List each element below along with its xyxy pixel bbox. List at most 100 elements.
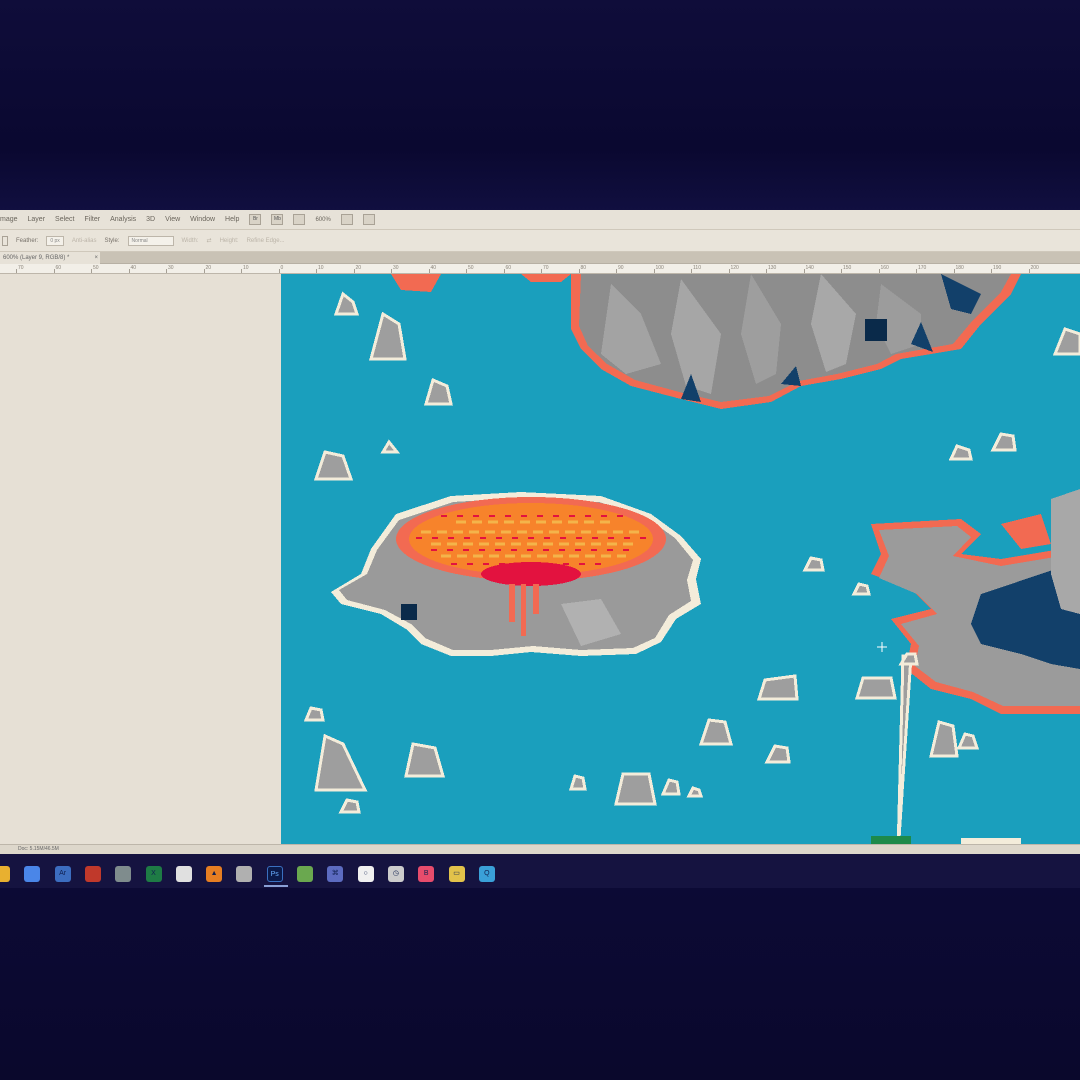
filezilla-icon[interactable] [84,866,101,882]
document-tab[interactable]: 600% (Layer 9, RGB/8) * × [0,252,100,264]
close-icon[interactable]: × [94,252,98,264]
ruler-tick-label: 160 [880,265,889,271]
arrange-documents-button[interactable] [340,214,353,225]
ruler-tick-label: 60 [55,265,62,271]
feather-label: Feather: [16,237,39,244]
height-label: Height: [219,237,239,244]
app-icon[interactable]: B [418,866,435,882]
ruler-tick-mark [316,269,317,273]
marquee-tool-icon[interactable] [2,235,8,246]
ruler-tick-mark [541,269,542,273]
ruler-tick-label: 90 [618,265,624,271]
acrobat-icon[interactable]: Ar [54,866,71,882]
ruler-tick-mark [503,269,505,273]
menu-view[interactable]: View [165,216,180,223]
style-select[interactable]: Normal [127,235,174,246]
ruler-tick-label: 180 [955,265,964,271]
qt-icon[interactable]: Q [478,866,495,882]
anti-alias-checkbox[interactable]: Anti-alias [72,238,97,244]
mini-bridge-button[interactable]: Mb [271,214,284,225]
options-bar: Feather: 0 px Anti-alias Style: Normal W… [0,230,1080,252]
visual-studio-icon[interactable]: ⌘ [327,866,344,882]
ruler-tick-mark [128,269,130,273]
ruler-tick-mark [953,269,955,273]
ruler-tick-mark [616,269,617,273]
ruler-tick-label: 10 [318,265,324,271]
app-icon[interactable] [0,866,10,882]
document-canvas[interactable] [281,274,1080,844]
ruler-tick-label: 40 [430,265,437,271]
ruler-tick-mark [278,269,280,273]
ruler-tick-label: 50 [93,265,99,271]
ruler-tick-mark [578,269,580,273]
document-tab-bar: 600% (Layer 9, RGB/8) * × [0,252,1080,264]
width-label: Width: [181,237,199,244]
ruler-tick-mark [766,269,767,273]
monitor-bezel-bottom [0,888,1080,1080]
obs-icon[interactable]: ○ [357,866,374,882]
ruler-tick-mark [91,269,92,273]
menu-window[interactable]: Window [190,216,215,223]
ruler-tick-mark [241,269,242,273]
menu-help[interactable]: Help [225,216,239,223]
swap-icon: ⇄ [206,238,212,244]
style-label: Style: [104,237,120,244]
document-tab-title: 600% (Layer 9, RGB/8) * [3,255,70,261]
ruler-tick-label: 200 [1030,265,1039,271]
zoom-level[interactable]: 600% [315,217,330,223]
ruler-tick-label: 170 [918,265,927,271]
menu-image[interactable]: mage [0,216,18,223]
menu-layer[interactable]: Layer [28,216,46,223]
notepad-icon[interactable] [297,866,313,882]
ruler-tick-label: 30 [168,265,174,271]
photoshop-icon[interactable]: Ps [263,866,288,887]
menu-analysis[interactable]: Analysis [110,216,136,223]
ruler-tick-mark [166,269,167,273]
ruler-tick-mark [916,269,917,273]
menu-3d[interactable]: 3D [146,216,155,223]
folder-icon[interactable]: ▭ [448,866,465,882]
ruler-tick-label: 120 [730,265,739,271]
ruler-tick-label: 30 [393,265,399,271]
ruler-tick-mark [1028,269,1030,273]
screen-mode-button[interactable] [362,214,375,225]
document-size-status: Doc: 5.15M/46.5M [18,846,59,852]
extras-button[interactable] [293,214,306,225]
ruler-tick-mark [653,269,655,273]
ruler-tick-mark [991,269,992,273]
ruler-tick-label: 80 [580,265,587,271]
ruler-tick-label: 100 [655,265,664,271]
ruler-tick-mark [53,269,55,273]
vlc-icon[interactable]: ▲ [206,866,223,882]
ruler-tick-mark [466,269,467,273]
feather-input[interactable]: 0 px [46,235,64,246]
menu-select[interactable]: Select [55,216,74,223]
ruler-tick-mark [353,269,355,273]
crosshair-cursor-icon [877,642,887,652]
ruler-tick-mark [878,269,880,273]
top-volcano [391,274,1021,409]
ruler-tick-label: 110 [693,265,701,271]
chat-icon[interactable] [175,866,192,882]
network-icon[interactable] [115,866,132,882]
lava-crater [331,492,701,656]
ruler-tick-label: 130 [768,265,777,271]
clock-icon[interactable]: ◷ [387,866,404,882]
bridge-button[interactable]: Br [249,214,262,225]
monitor-bezel-top [0,0,1080,212]
excel-icon[interactable]: X [145,866,162,882]
tool-icon[interactable] [236,866,253,882]
horizontal-ruler: 70 60 50 40 30 20 10 0 10 20 30 40 50 60 70 80 90 100 110 1… [0,264,1080,274]
pixel-art-scene [303,274,1080,844]
status-bar: Doc: 5.15M/46.5M [0,844,1080,854]
ruler-tick-mark [803,269,805,273]
ruler-tick-mark [203,269,205,273]
chrome-icon[interactable] [24,866,41,882]
ruler-tick-label: 20 [205,265,212,271]
ruler-tick-mark [728,269,730,273]
ruler-tick-label: 150 [843,265,852,271]
menu-filter[interactable]: Filter [85,216,101,223]
ruler-tick-label: 70 [18,265,24,271]
ruler-tick-label: 140 [805,265,814,271]
refine-edge-button[interactable]: Refine Edge... [247,238,285,244]
